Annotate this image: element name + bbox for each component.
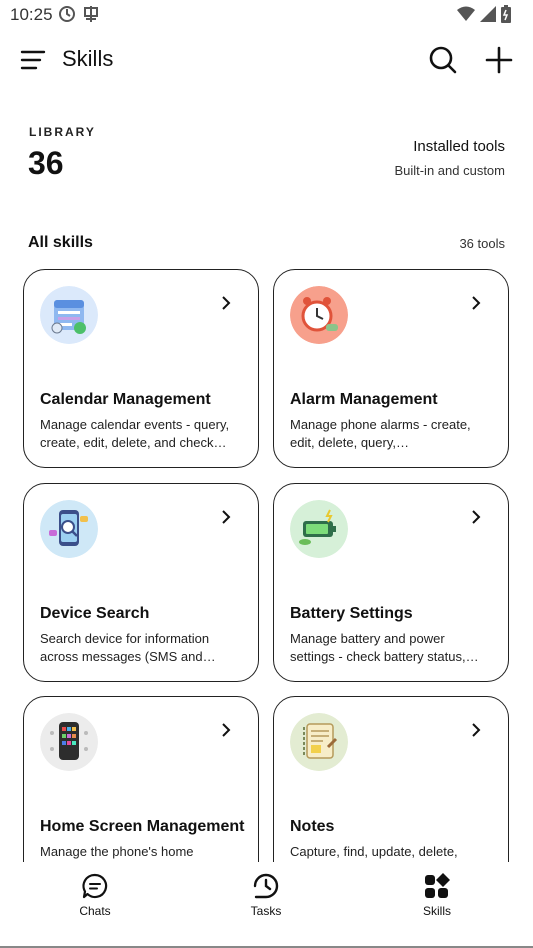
skills-grid: Calendar Management Manage calendar even… <box>0 262 533 862</box>
skill-card-description: Manage battery and power settings - chec… <box>290 631 466 664</box>
notebook-icon <box>290 713 348 771</box>
battery-status-icon <box>501 5 511 23</box>
installed-tools-title: Installed tools <box>413 138 505 155</box>
nav-label: Skills <box>422 904 451 918</box>
chevron-right-icon <box>222 296 231 310</box>
skill-card[interactable]: Device Search Search device for informat… <box>23 483 259 682</box>
skill-card-title: Notes <box>290 818 335 835</box>
menu-icon[interactable] <box>20 47 46 73</box>
skill-card-title: Home Screen Management <box>40 818 245 835</box>
skills-grid-icon <box>425 873 450 898</box>
wifi-icon <box>457 6 475 21</box>
skill-card[interactable]: Calendar Management Manage calendar even… <box>23 269 259 468</box>
skill-card-title: Device Search <box>40 605 150 622</box>
library-count: 36 <box>28 145 64 181</box>
status-time: 10:25 <box>10 5 53 24</box>
skill-card-description: Manage phone alarms - create, edit, dele… <box>290 417 471 450</box>
skill-card-title: Battery Settings <box>290 605 413 622</box>
skill-card-description: Capture, find, update, delete, and <box>290 844 458 859</box>
chevron-right-icon <box>472 296 481 310</box>
chevron-right-icon <box>472 510 481 524</box>
nav-item-tasks[interactable]: Tasks <box>226 872 306 918</box>
skill-card-title: Alarm Management <box>290 391 438 408</box>
tasks-clock-icon <box>253 873 279 899</box>
nav-item-skills[interactable]: Skills <box>397 872 477 918</box>
chevron-right-icon <box>222 510 231 524</box>
nav-label: Tasks <box>250 904 282 918</box>
skill-card-description: Search device for information across mes… <box>40 631 210 664</box>
phone-apps-icon <box>40 713 98 771</box>
chevron-right-icon <box>472 723 481 737</box>
skill-card-description: Manage the phone's home screen <box>40 844 194 859</box>
page-title: Skills <box>62 46 114 71</box>
section-title: All skills <box>28 234 93 251</box>
calendar-icon <box>40 286 98 344</box>
battery-icon <box>290 500 348 558</box>
status-bar: 10:25 <box>0 0 533 30</box>
alarm-clock-icon <box>290 286 348 344</box>
bottom-nav: Chats Tasks Skills <box>0 862 533 948</box>
chat-bubble-icon <box>82 873 108 899</box>
chevron-right-icon <box>222 723 231 737</box>
search-icon[interactable] <box>428 45 458 75</box>
nav-label: Chats <box>79 904 111 918</box>
sync-icon <box>59 6 75 22</box>
skill-card[interactable]: Home Screen Management Manage the phone'… <box>23 696 259 862</box>
library-label: LIBRARY <box>29 125 96 139</box>
skill-card-description: Manage calendar events - query, create, … <box>40 417 230 450</box>
skill-card[interactable]: Notes Capture, find, update, delete, and <box>273 696 509 862</box>
accessibility-icon <box>84 6 98 22</box>
phone-search-icon <box>40 500 98 558</box>
app-bar: Skills <box>0 36 533 84</box>
add-icon[interactable] <box>484 45 514 75</box>
skill-card[interactable]: Battery Settings Manage battery and powe… <box>273 483 509 682</box>
nav-item-chats[interactable]: Chats <box>55 872 135 918</box>
tools-count: 36 tools <box>459 236 505 251</box>
installed-tools-subtitle: Built-in and custom <box>394 163 505 178</box>
signal-icon <box>480 6 496 22</box>
skill-card-title: Calendar Management <box>40 391 211 408</box>
skill-card[interactable]: Alarm Management Manage phone alarms - c… <box>273 269 509 468</box>
